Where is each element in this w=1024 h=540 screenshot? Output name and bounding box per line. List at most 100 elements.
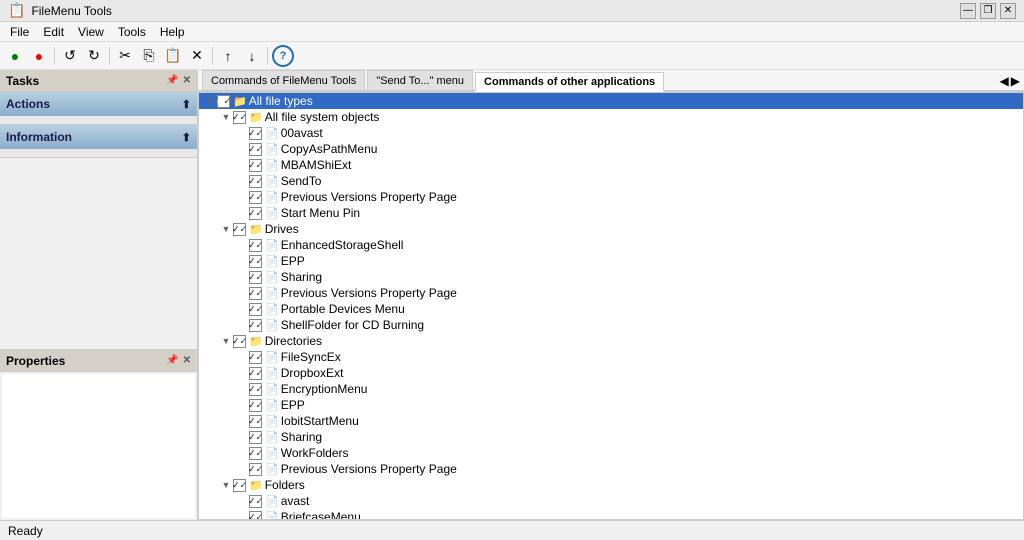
tree-item-checkbox[interactable]: ✓ — [249, 303, 262, 316]
tree-item-checkbox[interactable]: ✓ — [249, 175, 262, 188]
tree-item-checkbox[interactable]: ✓ — [249, 383, 262, 396]
tree-item-checkbox[interactable]: ✓ — [249, 447, 262, 460]
tree-item-label: Previous Versions Property Page — [281, 190, 457, 204]
tree-item[interactable]: ✓📄DropboxExt — [199, 365, 1023, 381]
tree-item-checkbox[interactable]: ✓ — [233, 223, 246, 236]
tree-item-checkbox[interactable]: ✓ — [249, 463, 262, 476]
tree-item[interactable]: ✓📄SendTo — [199, 173, 1023, 189]
tab-send-to-menu[interactable]: "Send To..." menu — [367, 70, 473, 90]
expand-icon[interactable]: ▼ — [219, 334, 233, 348]
tree-item-checkbox[interactable]: ✓ — [249, 191, 262, 204]
expand-icon[interactable]: ▼ — [203, 94, 217, 108]
tab-bar-left-icon[interactable]: ◀ — [1000, 74, 1009, 88]
tree-item-checkbox[interactable]: ✓ — [249, 271, 262, 284]
expand-icon[interactable]: ▼ — [219, 478, 233, 492]
tree-item-checkbox[interactable]: ✓ — [249, 319, 262, 332]
properties-panel-pin-icon[interactable]: 📌 — [166, 355, 178, 366]
toolbar-btn-move-up[interactable]: ↑ — [217, 45, 239, 67]
tree-item[interactable]: ✓📄ShellFolder for CD Burning — [199, 317, 1023, 333]
tree-item[interactable]: ✓📄EncryptionMenu — [199, 381, 1023, 397]
tree-item[interactable]: ▼✓📁All file system objects — [199, 109, 1023, 125]
properties-panel-close-icon[interactable]: ✕ — [183, 355, 191, 366]
tab-bar-right-icon[interactable]: ▶ — [1011, 74, 1020, 88]
tree-item[interactable]: ✓📄Sharing — [199, 429, 1023, 445]
toolbar-btn-delete[interactable]: ✕ — [186, 45, 208, 67]
toolbar-btn-move-down[interactable]: ↓ — [241, 45, 263, 67]
file-icon: 📄 — [265, 239, 279, 252]
tree-item[interactable]: ✓📄Previous Versions Property Page — [199, 285, 1023, 301]
tab-commands-filemenu[interactable]: Commands of FileMenu Tools — [202, 70, 365, 90]
toolbar-btn-open[interactable]: ● — [4, 45, 26, 67]
toolbar-btn-close[interactable]: ● — [28, 45, 50, 67]
tree-item[interactable]: ✓📄Previous Versions Property Page — [199, 189, 1023, 205]
tasks-panel-pin-icon[interactable]: 📌 — [166, 75, 178, 86]
tree-item-checkbox[interactable]: ✓ — [233, 335, 246, 348]
toolbar-btn-cut[interactable]: ✂ — [114, 45, 136, 67]
tree-item-checkbox[interactable]: ✓ — [249, 399, 262, 412]
title-bar: 📋 FileMenu Tools — ❐ ✕ — [0, 0, 1024, 22]
expand-icon[interactable]: ▼ — [219, 110, 233, 124]
expand-icon[interactable]: ▼ — [219, 222, 233, 236]
tree-item-label: DropboxExt — [281, 366, 344, 380]
menu-file[interactable]: File — [4, 23, 35, 41]
tree-item[interactable]: ✓📄WorkFolders — [199, 445, 1023, 461]
tree-item[interactable]: ✓📄EPP — [199, 253, 1023, 269]
tree-item[interactable]: ✓📄EPP — [199, 397, 1023, 413]
toolbar-btn-help[interactable]: ? — [272, 45, 294, 67]
menu-help[interactable]: Help — [154, 23, 191, 41]
tasks-panel-close-icon[interactable]: ✕ — [183, 75, 191, 86]
maximize-button[interactable]: ❐ — [980, 3, 996, 19]
tree-item-checkbox[interactable]: ✓ — [249, 431, 262, 444]
tree-item-checkbox[interactable]: ✓ — [249, 159, 262, 172]
tree-item-checkbox[interactable]: ✓ — [233, 111, 246, 124]
tree-item-label: BriefcaseMenu — [281, 510, 361, 520]
tree-item-checkbox[interactable]: ✓ — [249, 207, 262, 220]
tree-item[interactable]: ▼✓📁Directories — [199, 333, 1023, 349]
tree-item-checkbox[interactable]: ✓ — [249, 351, 262, 364]
tree-item-checkbox[interactable]: ✓ — [249, 239, 262, 252]
actions-header[interactable]: Actions ⬆ — [0, 92, 197, 116]
tree-item-label: ShellFolder for CD Burning — [281, 318, 424, 332]
tree-item-checkbox[interactable]: ✓ — [233, 479, 246, 492]
tree-item[interactable]: ✓📄CopyAsPathMenu — [199, 141, 1023, 157]
menu-tools[interactable]: Tools — [112, 23, 152, 41]
tree-item-checkbox[interactable]: ✓ — [249, 127, 262, 140]
menu-view[interactable]: View — [72, 23, 110, 41]
tree-item-checkbox[interactable]: ✓ — [249, 143, 262, 156]
tree-item-checkbox[interactable]: ✓ — [249, 287, 262, 300]
tree-item-label: Sharing — [281, 270, 322, 284]
tree-item[interactable]: ✓📄IobitStartMenu — [199, 413, 1023, 429]
toolbar-btn-paste[interactable]: 📋 — [162, 45, 184, 67]
tree-item[interactable]: ✓📄Previous Versions Property Page — [199, 461, 1023, 477]
tree-item[interactable]: ▼✓📁Drives — [199, 221, 1023, 237]
tree-item[interactable]: ▼✓📁All file types — [199, 93, 1023, 109]
minimize-button[interactable]: — — [960, 3, 976, 19]
tree-item[interactable]: ✓📄MBAMShiExt — [199, 157, 1023, 173]
tree-item-checkbox[interactable]: ✓ — [249, 255, 262, 268]
tree-item-label: FileSyncEx — [281, 350, 341, 364]
tree-item[interactable]: ✓📄00avast — [199, 125, 1023, 141]
tree-item[interactable]: ✓📄BriefcaseMenu — [199, 509, 1023, 520]
toolbar-btn-redo[interactable]: ↻ — [83, 45, 105, 67]
tree-item[interactable]: ✓📄Start Menu Pin — [199, 205, 1023, 221]
tree-item-checkbox[interactable]: ✓ — [249, 511, 262, 521]
tree-container[interactable]: ▼✓📁All file types▼✓📁All file system obje… — [198, 92, 1024, 520]
tree-item[interactable]: ✓📄Sharing — [199, 269, 1023, 285]
tree-item-checkbox[interactable]: ✓ — [249, 367, 262, 380]
tree-item[interactable]: ✓📄Portable Devices Menu — [199, 301, 1023, 317]
tree-item-checkbox[interactable]: ✓ — [217, 95, 230, 108]
tree-item[interactable]: ▼✓📁Folders — [199, 477, 1023, 493]
tree-item[interactable]: ✓📄avast — [199, 493, 1023, 509]
tab-commands-other-apps[interactable]: Commands of other applications — [475, 72, 664, 92]
app-icon: 📋 — [8, 2, 25, 19]
toolbar-btn-copy[interactable]: ⎘ — [138, 45, 160, 67]
toolbar-btn-undo[interactable]: ↺ — [59, 45, 81, 67]
close-button[interactable]: ✕ — [1000, 3, 1016, 19]
tree-item-checkbox[interactable]: ✓ — [249, 495, 262, 508]
tree-item-checkbox[interactable]: ✓ — [249, 415, 262, 428]
information-header[interactable]: Information ⬆ — [0, 125, 197, 149]
menu-edit[interactable]: Edit — [37, 23, 70, 41]
tree-item[interactable]: ✓📄EnhancedStorageShell — [199, 237, 1023, 253]
tree-item-label: Directories — [265, 334, 322, 348]
tree-item[interactable]: ✓📄FileSyncEx — [199, 349, 1023, 365]
